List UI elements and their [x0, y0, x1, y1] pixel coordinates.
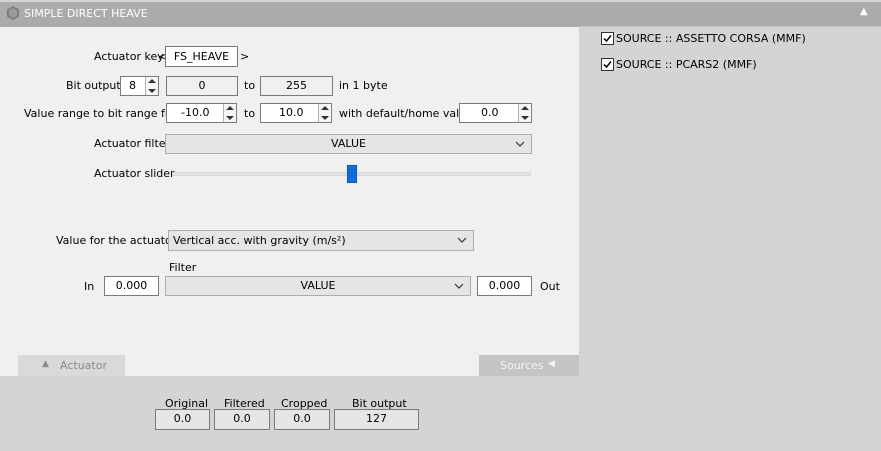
filter-header-label: Filter: [169, 261, 197, 274]
bit-output-suffix: in 1 byte: [339, 79, 388, 92]
filter-out-label: Out: [540, 280, 560, 293]
default-value: 0.0: [481, 106, 499, 119]
original-value: 0.0: [155, 409, 210, 430]
bit-range-max: 255: [260, 76, 333, 96]
actuator-slider-label: Actuator slider: [94, 167, 175, 180]
sources-panel-edge: [579, 26, 881, 27]
filter-in-label: In: [84, 280, 95, 293]
default-value-label: with default/home value: [339, 107, 473, 120]
default-value-stepper[interactable]: 0.0: [459, 103, 532, 123]
bit-range-to-label: to: [244, 79, 256, 92]
value-for-actuator-selected: Vertical acc. with gravity (m/s²): [173, 234, 346, 247]
actuator-key-label: Actuator key: [94, 50, 164, 63]
filter-out-value: 0.000: [477, 276, 532, 296]
value-for-actuator-dropdown[interactable]: Vertical acc. with gravity (m/s²): [168, 230, 474, 251]
bit-range-min: 0: [166, 76, 238, 96]
value-range-from-spin[interactable]: [223, 104, 236, 122]
source-label-pcars2: SOURCE :: PCARS2 (MMF): [616, 58, 757, 71]
bit-output-stepper[interactable]: 8: [120, 76, 159, 96]
checkmark-icon: [603, 35, 612, 43]
value-range-from-stepper[interactable]: -10.0: [166, 103, 237, 123]
chevron-down-icon: [515, 141, 525, 147]
value-range-to-spin[interactable]: [318, 104, 331, 122]
sources-panel: [579, 26, 881, 451]
value-range-to-value: 10.0: [279, 106, 304, 119]
actuator-filter-selected: VALUE: [331, 137, 366, 150]
value-range-to-stepper[interactable]: 10.0: [260, 103, 332, 123]
filter-dropdown[interactable]: VALUE: [165, 276, 471, 296]
value-range-label: Value range to bit range from: [24, 107, 187, 120]
source-checkbox-assetto[interactable]: [601, 32, 614, 45]
chevron-down-icon: [454, 283, 464, 289]
cropped-value: 0.0: [274, 409, 330, 430]
bit-output-label: Bit output: [66, 79, 121, 92]
window-title: SIMPLE DIRECT HEAVE: [24, 7, 148, 20]
actuator-slider-thumb[interactable]: [347, 165, 357, 183]
source-checkbox-pcars2[interactable]: [601, 58, 614, 71]
filtered-value: 0.0: [214, 409, 270, 430]
tab-actuator-label: Actuator: [60, 359, 107, 372]
value-range-from-value: -10.0: [181, 106, 210, 119]
chevron-down-icon: [457, 237, 467, 243]
tab-sources-label: Sources: [500, 359, 544, 372]
actuator-key-value: FS_HEAVE: [165, 46, 238, 67]
tab-actuator[interactable]: ▲ Actuator: [18, 355, 125, 376]
value-for-actuator-label: Value for the actuator: [56, 234, 177, 247]
actuator-filter-dropdown[interactable]: VALUE: [165, 134, 532, 154]
source-label-assetto: SOURCE :: ASSETTO CORSA (MMF): [616, 32, 806, 45]
filter-selected: VALUE: [300, 279, 336, 292]
tab-sources[interactable]: Sources ◀: [479, 355, 579, 376]
value-range-to-label: to: [244, 107, 256, 120]
filter-in-value: 0.000: [104, 276, 159, 296]
bit-output-value: 8: [129, 79, 136, 92]
default-value-spin[interactable]: [518, 104, 531, 122]
bit-output-readout-value: 127: [334, 409, 419, 430]
collapse-window-icon[interactable]: ▲: [860, 6, 874, 18]
collapse-up-icon: ▲: [42, 359, 49, 369]
actuator-filter-label: Actuator filter: [94, 137, 171, 150]
checkmark-icon: [603, 61, 612, 69]
app-logo-icon: [6, 6, 20, 20]
bit-output-spin-buttons[interactable]: [145, 77, 158, 95]
actuator-key-next-button[interactable]: >: [240, 50, 249, 63]
collapse-left-icon: ◀: [548, 359, 555, 369]
